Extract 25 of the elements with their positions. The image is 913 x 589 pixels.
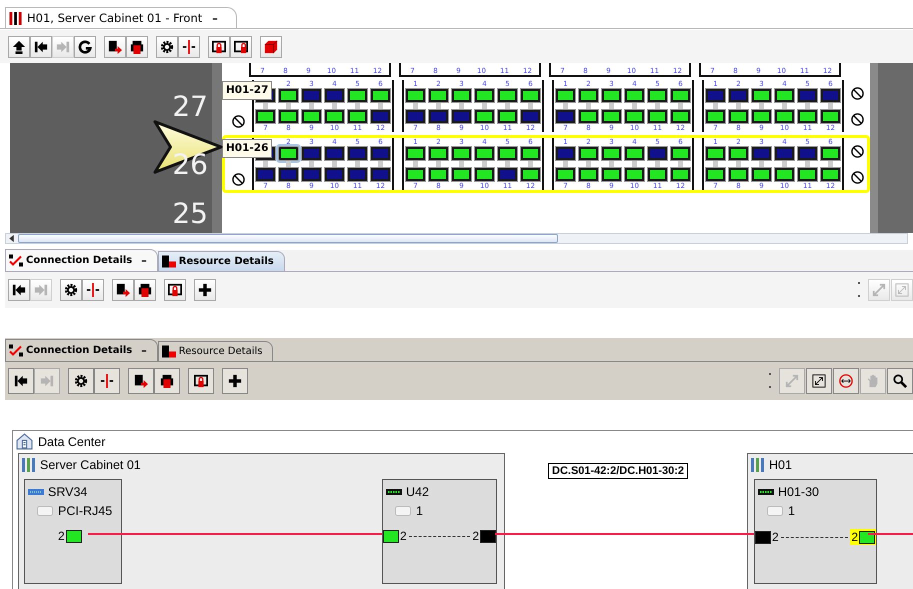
- container-title: Data Center: [38, 434, 106, 448]
- window-title: H01, Server Cabinet 01 - Front: [27, 11, 202, 25]
- device-name: SRV34: [48, 485, 88, 499]
- tab-label: Resource Details: [178, 256, 274, 267]
- unit-number: 25: [172, 196, 208, 230]
- port-label: 2: [58, 529, 65, 543]
- unit-label-tooltip: H01-26: [222, 139, 272, 158]
- group-title: Server Cabinet 01: [40, 458, 141, 472]
- port-label: 2: [851, 530, 858, 544]
- card-name: 1: [416, 504, 423, 518]
- port-label: 2: [472, 529, 479, 543]
- device-name: U42: [406, 485, 429, 499]
- device-name: H01-30: [778, 485, 819, 499]
- tab-label: Connection Details: [26, 255, 132, 266]
- tab-label: Connection Details: [26, 345, 132, 356]
- port-label: 2: [772, 530, 779, 544]
- group-title: H01: [769, 458, 792, 472]
- card-name: 1: [788, 504, 795, 518]
- connection-label: DC.S01-42:2/DC.H01-30:2: [548, 463, 688, 479]
- port-label: 2: [400, 529, 407, 543]
- tab-label: Resource Details: [178, 346, 262, 357]
- unit-number: 26: [172, 148, 208, 180]
- unit-number: 27: [172, 90, 208, 122]
- card-name: PCI-RJ45: [58, 504, 112, 518]
- unit-label-tooltip: H01-27: [222, 81, 272, 100]
